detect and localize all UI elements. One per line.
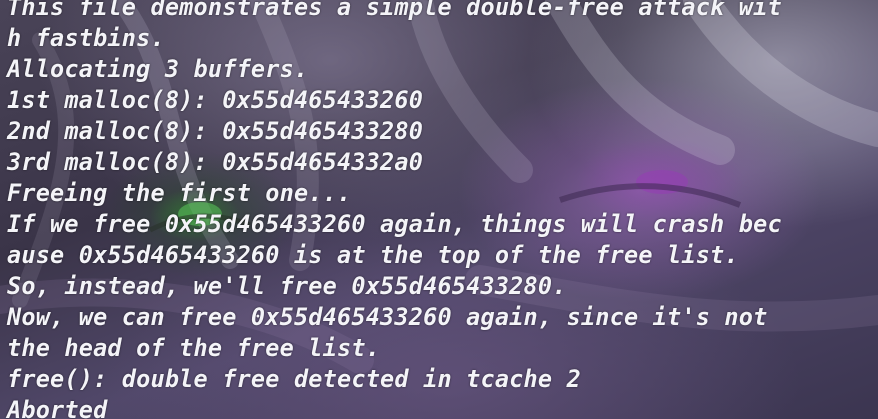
output-line: free(): double free detected in tcache 2	[7, 365, 581, 393]
output-line: Freeing the first one...	[7, 179, 352, 207]
output-line: Aborted	[7, 396, 108, 419]
output-line: 3rd malloc(8): 0x55d4654332a0	[7, 148, 424, 176]
output-line: 2nd malloc(8): 0x55d465433280	[7, 117, 424, 145]
terminal-window[interactable]: This file demonstrates a simple double-f…	[0, 0, 878, 419]
output-line: Now, we can free 0x55d465433260 again, s…	[7, 303, 768, 331]
output-line: Allocating 3 buffers.	[7, 55, 309, 83]
output-line: This file demonstrates a simple double-f…	[7, 0, 782, 21]
output-line: 1st malloc(8): 0x55d465433260	[7, 86, 424, 114]
output-line: So, instead, we'll free 0x55d465433280.	[7, 272, 567, 300]
output-line: the head of the free list.	[7, 334, 381, 362]
output-line: ause 0x55d465433260 is at the top of the…	[7, 241, 739, 269]
output-line: If we free 0x55d465433260 again, things …	[7, 210, 782, 238]
output-line: h fastbins.	[7, 24, 165, 52]
terminal-output[interactable]: This file demonstrates a simple double-f…	[7, 0, 782, 419]
